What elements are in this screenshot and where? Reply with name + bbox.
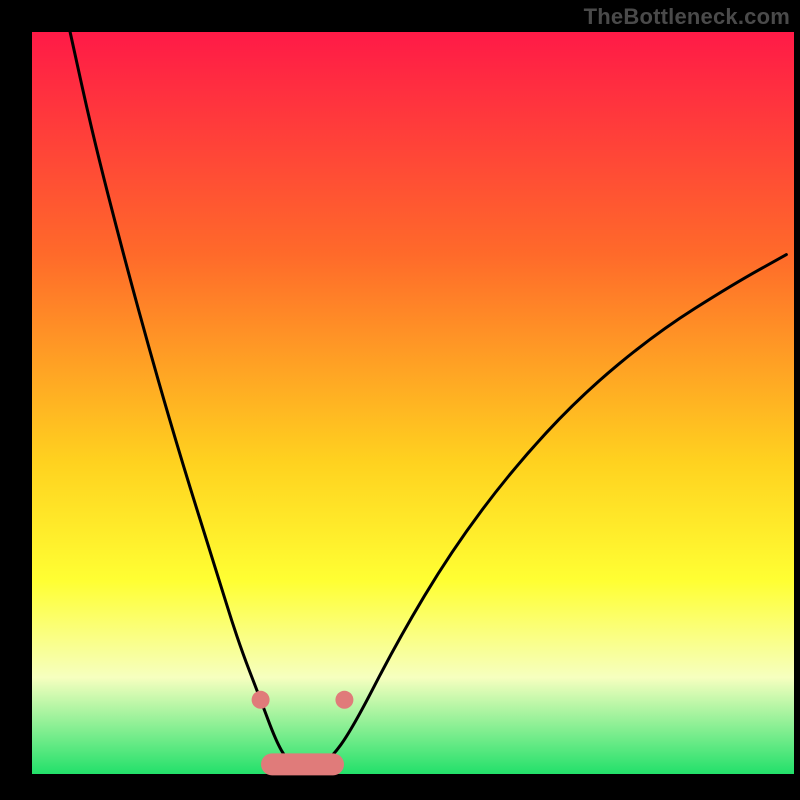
marker-dot-left	[252, 691, 270, 709]
plot-background	[32, 32, 794, 774]
watermark-text: TheBottleneck.com	[584, 4, 790, 30]
marker-dot-right	[335, 691, 353, 709]
chart-frame: TheBottleneck.com	[0, 0, 800, 800]
bottleneck-chart	[0, 0, 800, 800]
